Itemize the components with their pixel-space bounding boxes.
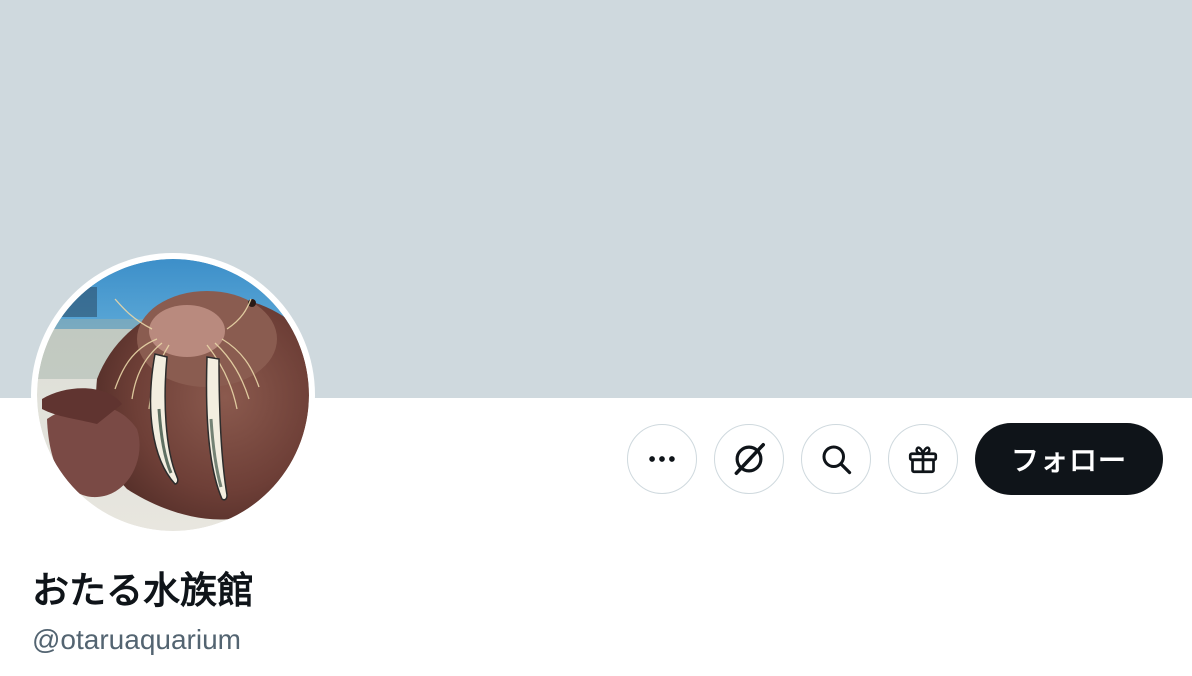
display-name: おたる水族館	[32, 569, 254, 612]
gift-button[interactable]	[888, 424, 958, 494]
gift-icon	[908, 446, 938, 474]
ellipsis-icon	[649, 456, 675, 462]
profile-actions: フォロー	[627, 423, 1163, 495]
follow-button[interactable]: フォロー	[975, 423, 1163, 495]
grok-icon	[734, 443, 765, 475]
avatar[interactable]	[31, 253, 315, 537]
search-button[interactable]	[801, 424, 871, 494]
profile-header: フォロー おたる水族館 @otaruaquarium	[0, 0, 1192, 676]
more-button[interactable]	[627, 424, 697, 494]
avatar-image	[37, 259, 309, 531]
search-icon	[822, 445, 852, 475]
grok-button[interactable]	[714, 424, 784, 494]
user-handle: @otaruaquarium	[32, 624, 241, 655]
